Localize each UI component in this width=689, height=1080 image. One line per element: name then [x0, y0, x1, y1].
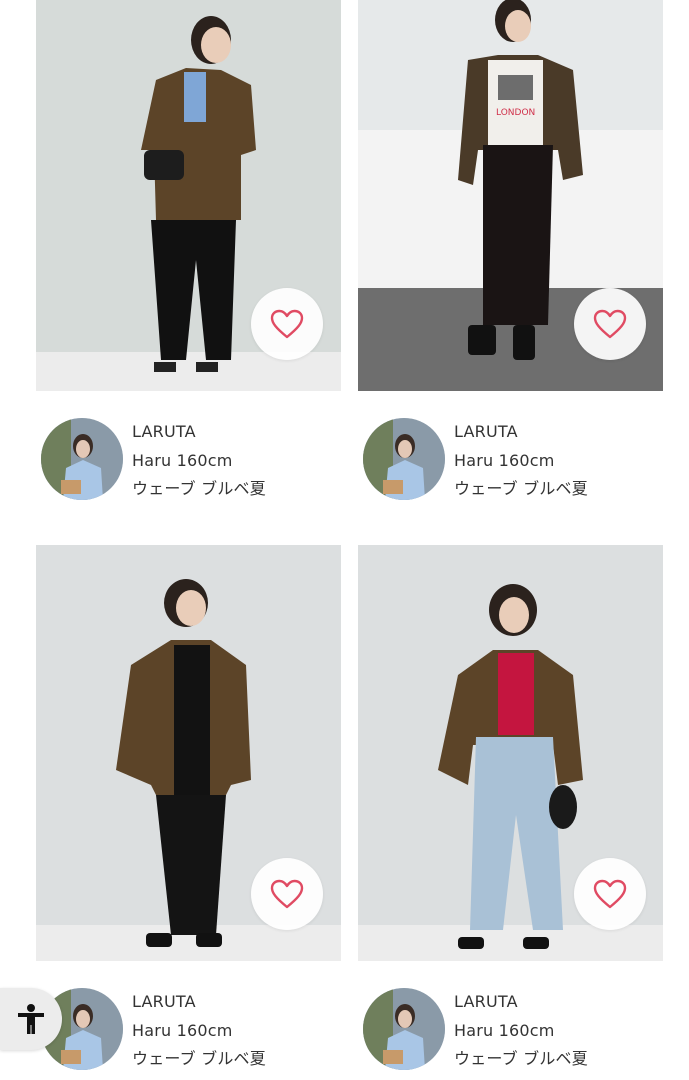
favorite-button[interactable] [251, 858, 323, 930]
brand-name: LARUTA [454, 992, 518, 1011]
staff-tags: ウェーブ ブルベ夏 [132, 479, 266, 498]
staff-info[interactable]: LARUTA Haru 160cm ウェーブ ブルベ夏 [358, 418, 663, 508]
avatar[interactable] [41, 418, 123, 500]
staff-height: Haru 160cm [454, 450, 555, 470]
avatar[interactable] [363, 418, 445, 500]
staff-meta: LARUTA Haru 160cm ウェーブ ブルベ夏 [132, 988, 266, 1074]
staff-meta: LARUTA Haru 160cm ウェーブ ブルベ夏 [454, 988, 588, 1074]
brand-name: LARUTA [132, 992, 196, 1011]
favorite-button[interactable] [251, 288, 323, 360]
staff-tags: ウェーブ ブルベ夏 [454, 479, 588, 498]
staff-height: Haru 160cm [132, 450, 233, 470]
staff-height: Haru 160cm [132, 1020, 233, 1040]
svg-text:LONDON: LONDON [496, 108, 535, 118]
staff-info[interactable]: LARUTA Haru 160cm ウェーブ ブルベ夏 [36, 418, 341, 508]
favorite-button[interactable] [574, 858, 646, 930]
accessibility-person-icon [18, 1004, 44, 1034]
avatar[interactable] [363, 988, 445, 1070]
accessibility-button[interactable] [0, 988, 62, 1050]
staff-info[interactable]: LARUTA Haru 160cm ウェーブ ブルベ夏 [358, 988, 663, 1078]
staff-tags: ウェーブ ブルベ夏 [454, 1049, 588, 1068]
heart-outline-icon [593, 309, 627, 339]
heart-outline-icon [270, 309, 304, 339]
staff-meta: LARUTA Haru 160cm ウェーブ ブルベ夏 [454, 418, 588, 504]
staff-height: Haru 160cm [454, 1020, 555, 1040]
favorite-button[interactable] [574, 288, 646, 360]
brand-name: LARUTA [132, 422, 196, 441]
brand-name: LARUTA [454, 422, 518, 441]
outfit-grid: LARUTA Haru 160cm ウェーブ ブルベ夏 LONDON LARUT… [0, 0, 689, 1080]
staff-info[interactable]: LARUTA Haru 160cm ウェーブ ブルベ夏 [36, 988, 341, 1078]
staff-meta: LARUTA Haru 160cm ウェーブ ブルベ夏 [132, 418, 266, 504]
staff-tags: ウェーブ ブルベ夏 [132, 1049, 266, 1068]
heart-outline-icon [270, 879, 304, 909]
heart-outline-icon [593, 879, 627, 909]
